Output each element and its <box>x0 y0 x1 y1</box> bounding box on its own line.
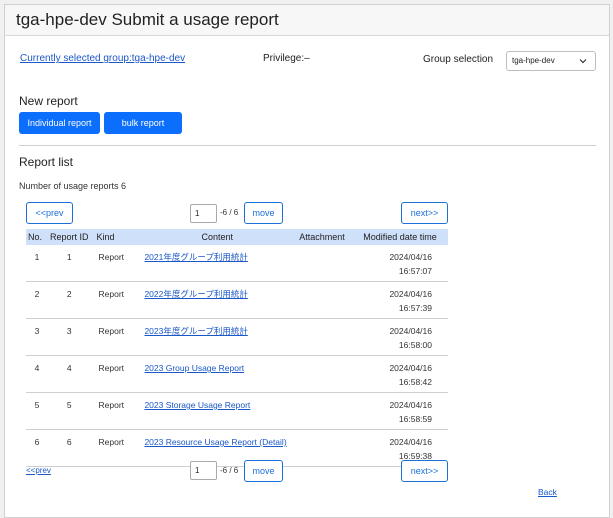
current-group-link[interactable]: Currently selected group:tga-hpe-dev <box>20 53 185 64</box>
table-header-row: No. Report ID Kind Content Attachment Mo… <box>26 229 448 245</box>
page-input-top[interactable]: 1 <box>190 204 217 223</box>
row-no: 3 <box>26 318 48 356</box>
chevron-down-icon <box>579 59 587 64</box>
page-input-bottom[interactable]: 1 <box>190 461 217 480</box>
col-header-content: Content <box>142 229 293 245</box>
row-report-id: 2 <box>47 281 91 319</box>
row-content-link[interactable]: 2023 Resource Usage Report (Detail) <box>144 437 286 447</box>
row-modified-date: 2024/04/16 <box>389 252 432 262</box>
report-list-title: Report list <box>19 155 74 169</box>
row-modified-date: 2024/04/16 <box>389 437 432 447</box>
bulk-report-button[interactable]: bulk report <box>104 112 182 134</box>
row-content-link[interactable]: 2023年度グループ利用統計 <box>144 326 247 336</box>
row-content-link[interactable]: 2023 Storage Usage Report <box>144 400 250 410</box>
prev-link-bottom[interactable]: <<prev <box>26 466 51 475</box>
row-modified-time: 16:58:59 <box>398 414 432 424</box>
row-report-id: 4 <box>47 355 91 393</box>
row-modified-date: 2024/04/16 <box>389 363 432 373</box>
row-kind: Report <box>90 281 143 319</box>
new-report-title: New report <box>19 94 78 108</box>
page-range-top: -6 / 6 <box>220 208 239 217</box>
next-button-bottom[interactable]: next>> <box>401 460 448 482</box>
row-modified-time: 16:58:42 <box>398 377 432 387</box>
table-row: 6 6 Report 2023 Resource Usage Report (D… <box>26 429 448 467</box>
page-range-bottom: -6 / 6 <box>220 466 239 475</box>
row-report-id: 6 <box>47 429 91 467</box>
row-kind: Report <box>90 245 143 282</box>
table-row: 5 5 Report 2023 Storage Usage Report 202… <box>26 392 448 430</box>
row-modified-date: 2024/04/16 <box>389 400 432 410</box>
col-header-kind: Kind <box>90 229 143 245</box>
back-link[interactable]: Back <box>538 487 557 497</box>
row-modified: 2024/04/16 16:58:59 <box>352 392 448 430</box>
table-row: 1 1 Report 2021年度グループ利用統計 2024/04/16 16:5… <box>26 245 448 282</box>
row-modified-date: 2024/04/16 <box>389 289 432 299</box>
move-button-top[interactable]: move <box>244 202 283 224</box>
row-content-link[interactable]: 2022年度グループ利用統計 <box>144 289 247 299</box>
row-report-id: 5 <box>47 392 91 430</box>
row-attachment <box>292 245 353 282</box>
row-no: 4 <box>26 355 48 393</box>
row-no: 5 <box>26 392 48 430</box>
row-report-id: 1 <box>47 245 91 282</box>
row-no: 2 <box>26 281 48 319</box>
table-row: 4 4 Report 2023 Group Usage Report 2024/… <box>26 355 448 393</box>
group-select-value: tga-hpe-dev <box>512 56 555 65</box>
individual-report-button[interactable]: Individual report <box>19 112 100 134</box>
row-modified-time: 16:58:00 <box>398 340 432 350</box>
table-row: 2 2 Report 2022年度グループ利用統計 2024/04/16 16:5… <box>26 281 448 319</box>
row-content-link[interactable]: 2021年度グループ利用統計 <box>144 252 247 262</box>
next-button-top[interactable]: next>> <box>401 202 448 224</box>
row-attachment <box>292 281 353 319</box>
table-row: 3 3 Report 2023年度グループ利用統計 2024/04/16 16:5… <box>26 318 448 356</box>
page-title: tga-hpe-dev Submit a usage report <box>16 10 279 29</box>
row-kind: Report <box>90 392 143 430</box>
row-content-link[interactable]: 2023 Group Usage Report <box>144 363 244 373</box>
row-no: 1 <box>26 245 48 282</box>
row-attachment <box>292 429 353 467</box>
row-kind: Report <box>90 355 143 393</box>
section-divider <box>19 145 596 146</box>
row-modified-time: 16:57:39 <box>398 303 432 313</box>
col-header-no: No. <box>26 229 48 245</box>
row-kind: Report <box>90 318 143 356</box>
move-button-bottom[interactable]: move <box>244 460 283 482</box>
row-attachment <box>292 318 353 356</box>
row-modified-time: 16:57:07 <box>398 266 432 276</box>
row-attachment <box>292 392 353 430</box>
privilege-label: Privilege:– <box>263 53 310 64</box>
row-report-id: 3 <box>47 318 91 356</box>
row-attachment <box>292 355 353 393</box>
row-modified: 2024/04/16 16:58:42 <box>352 355 448 393</box>
group-select[interactable]: tga-hpe-dev <box>506 51 596 71</box>
page-header: tga-hpe-dev Submit a usage report <box>5 5 609 36</box>
prev-button-top[interactable]: <<prev <box>26 202 73 224</box>
row-kind: Report <box>90 429 143 467</box>
col-header-attachment: Attachment <box>292 229 353 245</box>
report-count: Number of usage reports 6 <box>19 181 127 191</box>
main-panel: tga-hpe-dev Submit a usage report Curren… <box>4 4 610 518</box>
row-modified: 2024/04/16 16:57:39 <box>352 281 448 319</box>
row-modified: 2024/04/16 16:57:07 <box>352 245 448 282</box>
report-table: No. Report ID Kind Content Attachment Mo… <box>26 229 448 467</box>
col-header-report-id: Report ID <box>47 229 91 245</box>
row-modified-date: 2024/04/16 <box>389 326 432 336</box>
col-header-modified: Modified date time <box>352 229 448 245</box>
group-selection-label: Group selection <box>423 54 494 65</box>
row-no: 6 <box>26 429 48 467</box>
row-modified: 2024/04/16 16:58:00 <box>352 318 448 356</box>
